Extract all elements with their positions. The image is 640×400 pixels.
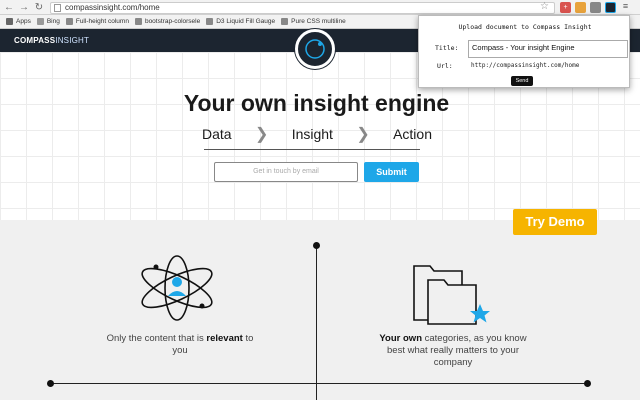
url-label: Url: bbox=[437, 62, 453, 70]
step-insight: Insight bbox=[291, 126, 333, 142]
step-data: Data bbox=[202, 126, 232, 142]
compass-badge bbox=[295, 29, 335, 69]
compass-extension-icon[interactable] bbox=[605, 2, 616, 13]
bookmark-item[interactable]: D3 Liquid Fill Gauge bbox=[206, 18, 275, 25]
url-text: compassinsight.com/home bbox=[65, 3, 160, 12]
page-icon bbox=[65, 18, 73, 25]
divider bbox=[204, 149, 420, 150]
steps-row: Data ❯ Insight ❯ Action bbox=[202, 124, 432, 144]
swiss-flag-extension-icon[interactable]: + bbox=[560, 2, 571, 13]
bookmark-item[interactable]: Full-height column bbox=[65, 18, 129, 25]
apps-icon bbox=[6, 18, 13, 25]
forward-icon[interactable]: → bbox=[18, 1, 30, 13]
feature-caption-right: Your own categories, as you know best wh… bbox=[379, 333, 527, 368]
reload-icon[interactable]: ↻ bbox=[33, 1, 45, 13]
browser-toolbar: ← → ↻ compassinsight.com/home ☆ + ≡ bbox=[0, 0, 640, 15]
folder-star-icon bbox=[413, 265, 490, 325]
page-icon bbox=[281, 18, 289, 25]
folder-icon bbox=[36, 18, 44, 25]
url-value: http://compassinsight.com/home bbox=[471, 62, 580, 69]
bookmark-item[interactable]: Pure CSS multiline bbox=[281, 18, 346, 25]
timeline-dot bbox=[313, 242, 320, 249]
try-demo-button[interactable]: Try Demo bbox=[513, 209, 597, 235]
bookmark-item[interactable]: bootstrap-colorsele bbox=[134, 18, 200, 25]
extension-icons: + ≡ bbox=[560, 2, 631, 13]
page-icon bbox=[206, 18, 214, 25]
title-input[interactable]: Compass - Your insight Engine bbox=[468, 40, 628, 58]
timeline-dot bbox=[47, 380, 54, 387]
bookmark-star-icon[interactable]: ☆ bbox=[540, 2, 549, 12]
page-icon bbox=[134, 18, 142, 25]
atom-user-icon bbox=[141, 255, 213, 321]
site-logo[interactable]: COMPASSINSIGHT bbox=[14, 36, 89, 45]
chevron-right-icon: ❯ bbox=[254, 126, 269, 143]
send-button[interactable]: Send bbox=[511, 76, 533, 86]
menu-icon[interactable]: ≡ bbox=[620, 2, 631, 13]
step-action: Action bbox=[393, 126, 432, 142]
bookmark-bing[interactable]: Bing bbox=[36, 18, 60, 25]
page-title: Your own insight engine bbox=[183, 90, 450, 116]
title-label: Title: bbox=[435, 44, 459, 52]
address-bar[interactable]: compassinsight.com/home ☆ bbox=[50, 2, 555, 14]
chevron-right-icon: ❯ bbox=[356, 126, 370, 143]
page-icon bbox=[54, 4, 61, 12]
submit-button[interactable]: Submit bbox=[364, 162, 419, 182]
upload-popup: Upload document to Compass Insight Title… bbox=[418, 15, 630, 88]
feature-caption-left: Only the content that is relevant to you bbox=[106, 333, 254, 356]
extension-icon[interactable] bbox=[590, 2, 601, 13]
timeline-dot bbox=[584, 380, 591, 387]
extension-icon[interactable] bbox=[575, 2, 586, 13]
back-icon[interactable]: ← bbox=[3, 1, 15, 13]
popup-title: Upload document to Compass Insight bbox=[458, 23, 592, 31]
compass-icon bbox=[305, 39, 325, 59]
divider bbox=[50, 383, 590, 384]
email-input[interactable]: Get in touch by email bbox=[214, 162, 358, 182]
features-section bbox=[0, 220, 640, 400]
bookmark-apps[interactable]: Apps bbox=[6, 18, 31, 25]
divider bbox=[316, 245, 317, 400]
